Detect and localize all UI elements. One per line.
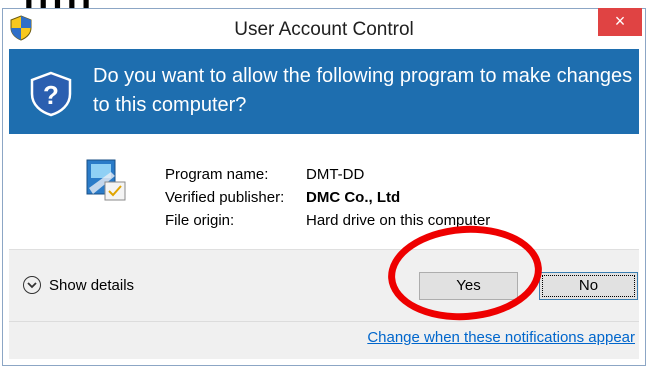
program-info: Program name: DMT-DD Verified publisher:… bbox=[9, 134, 639, 249]
footer-separator bbox=[9, 321, 639, 322]
prompt-question: Do you want to allow the following progr… bbox=[93, 65, 633, 116]
publisher-value: DMC Co., Ltd bbox=[306, 189, 401, 206]
svg-text:?: ? bbox=[43, 80, 59, 110]
file-origin-label: File origin: bbox=[165, 212, 235, 229]
chevron-down-circle-icon bbox=[23, 276, 41, 294]
uac-dialog: User Account Control × ? Do you want to … bbox=[2, 8, 646, 366]
publisher-label: Verified publisher: bbox=[165, 189, 285, 206]
program-name-label: Program name: bbox=[165, 166, 269, 183]
title-bar: User Account Control × bbox=[3, 8, 645, 49]
shield-question-icon: ? bbox=[29, 71, 73, 117]
close-button[interactable]: × bbox=[598, 8, 642, 36]
close-icon: × bbox=[614, 11, 626, 31]
no-button[interactable]: No bbox=[539, 272, 638, 300]
window-title: User Account Control bbox=[234, 19, 414, 40]
program-name-value: DMT-DD bbox=[306, 166, 365, 183]
change-notifications-link[interactable]: Change when these notifications appear bbox=[367, 329, 635, 346]
header-banner: ? Do you want to allow the following pro… bbox=[9, 49, 639, 134]
show-details-button[interactable]: Show details bbox=[23, 273, 134, 297]
show-details-label: Show details bbox=[49, 276, 135, 294]
footer: Show details Yes No Change when these no… bbox=[9, 250, 639, 359]
program-icon bbox=[85, 158, 129, 204]
